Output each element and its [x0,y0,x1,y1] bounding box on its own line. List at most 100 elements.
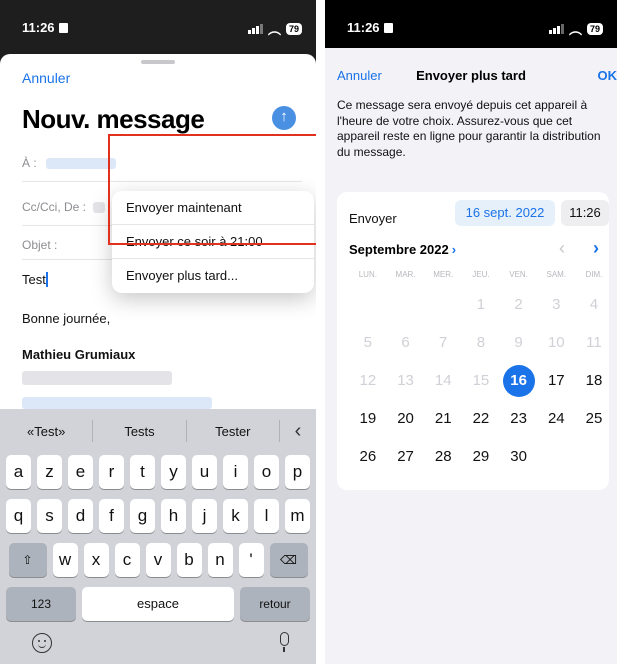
key[interactable]: c [114,543,140,577]
chevron-right-icon: › [451,242,457,257]
calendar-day[interactable]: 18 [575,366,613,396]
ok-button[interactable]: OK [598,68,617,83]
calendar-day[interactable]: 30 [500,442,538,472]
key[interactable]: w [52,543,78,577]
calendar-day[interactable]: 27 [387,442,425,472]
calendar-day: 13 [397,372,414,389]
suggestion-1[interactable]: «Test» [0,424,92,439]
send-options-menu: Envoyer maintenant Envoyer ce soir à 21:… [112,191,314,293]
calendar-week: 26 27 28 29 30 [349,442,613,472]
menu-item-send-now[interactable]: Envoyer maintenant [112,191,314,225]
calendar-day: 12 [359,372,377,389]
key[interactable]: a [6,455,31,489]
calendar-empty-cell [349,290,387,320]
calendar-day: 3 [552,296,561,313]
calendar-day[interactable]: 21 [424,404,462,434]
shift-key[interactable]: ⇧ [8,543,47,577]
key[interactable]: j [192,499,217,533]
sheet-grabber[interactable] [141,60,175,64]
key[interactable]: h [161,499,186,533]
cancel-button[interactable]: Annuler [337,68,382,83]
key[interactable]: s [37,499,62,533]
wifi-icon: ︵ [568,22,582,37]
calendar-empty-cell [575,442,613,472]
key[interactable]: t [130,455,155,489]
key[interactable]: m [285,499,310,533]
numbers-key[interactable]: 123 [6,587,76,621]
signature-name[interactable]: Mathieu Grumiaux [22,347,135,362]
cancel-button[interactable]: Annuler [22,70,70,86]
key[interactable]: y [161,455,186,489]
key[interactable]: d [68,499,93,533]
key[interactable]: f [99,499,124,533]
previous-month-button[interactable]: ‹ [559,238,565,259]
key[interactable]: o [254,455,279,489]
calendar-day[interactable]: 29 [462,442,500,472]
key[interactable]: x [83,543,109,577]
subject-label: Objet : [22,238,58,252]
calendar-day[interactable]: 23 [500,404,538,434]
calendar-week: 5 6 7 8 9 10 11 [349,328,613,358]
key[interactable]: ' [238,543,264,577]
weekday-label: MAR. [395,270,416,279]
key[interactable]: v [145,543,171,577]
subject-text[interactable]: Test [22,272,48,287]
space-key[interactable]: espace [82,587,234,621]
calendar-day[interactable]: 19 [349,404,387,434]
next-month-button[interactable]: › [593,238,599,259]
weekday-label: VEN. [509,270,528,279]
emoji-icon[interactable] [32,633,52,653]
body-greeting[interactable]: Bonne journée, [22,311,110,326]
chevron-left-icon: ‹ [559,238,565,258]
calendar-day[interactable]: 26 [349,442,387,472]
calendar-day[interactable]: 20 [387,404,425,434]
month-selector[interactable]: Septembre 2022 › [349,242,456,257]
microphone-icon[interactable] [280,632,289,652]
suggestion-2[interactable]: Tests [93,424,185,439]
calendar-day[interactable]: 24 [537,404,575,434]
delete-key[interactable]: ⌫ [269,543,308,577]
calendar-icon [383,23,393,33]
calendar-day: 7 [439,334,448,351]
return-key[interactable]: retour [240,587,310,621]
calendar-day[interactable]: 22 [462,404,500,434]
key[interactable]: u [192,455,217,489]
key[interactable]: i [223,455,248,489]
cc-label: Cc/Cci, De : [22,200,87,214]
time-picker-button[interactable]: 11:26 [561,200,609,226]
key[interactable]: r [99,455,124,489]
calendar-day: 14 [434,372,452,389]
send-button[interactable]: ↑ [272,106,296,130]
key[interactable]: e [68,455,93,489]
menu-item-send-tonight[interactable]: Envoyer ce soir à 21:00 [112,225,314,259]
calendar-day[interactable]: 28 [424,442,462,472]
key[interactable]: b [176,543,202,577]
weekday-label: JEU. [472,270,490,279]
calendar-day: 11 [586,334,602,351]
to-field[interactable]: À : [22,156,302,182]
weekday-label: LUN. [358,270,377,279]
key[interactable]: q [6,499,31,533]
key[interactable]: k [223,499,248,533]
sender-redacted [93,202,106,214]
status-bar: 11:26 ︵ 79 [325,0,617,48]
chevron-left-icon[interactable]: ‹ [280,420,316,443]
status-bar: 11:26 ︵ 79 [0,0,316,48]
calendar-day: 10 [547,334,565,351]
suggestion-3[interactable]: Tester [187,424,279,439]
chevron-right-icon: › [593,238,599,258]
key[interactable]: l [254,499,279,533]
to-label: À : [22,156,37,170]
compose-screen: 11:26 ︵ 79 Annuler Nouv. message ↑ À : C… [0,0,316,664]
calendar-icon [58,23,68,33]
backspace-icon: ⌫ [280,553,297,567]
date-picker-button[interactable]: 16 sept. 2022 [455,200,555,226]
menu-item-send-later[interactable]: Envoyer plus tard... [112,259,314,293]
key[interactable]: p [285,455,310,489]
key[interactable]: n [207,543,233,577]
key[interactable]: z [37,455,62,489]
calendar-day[interactable]: 17 [537,366,575,396]
calendar-day[interactable]: 25 [575,404,613,434]
calendar-day-selected[interactable]: 16 [500,365,538,397]
key[interactable]: g [130,499,155,533]
